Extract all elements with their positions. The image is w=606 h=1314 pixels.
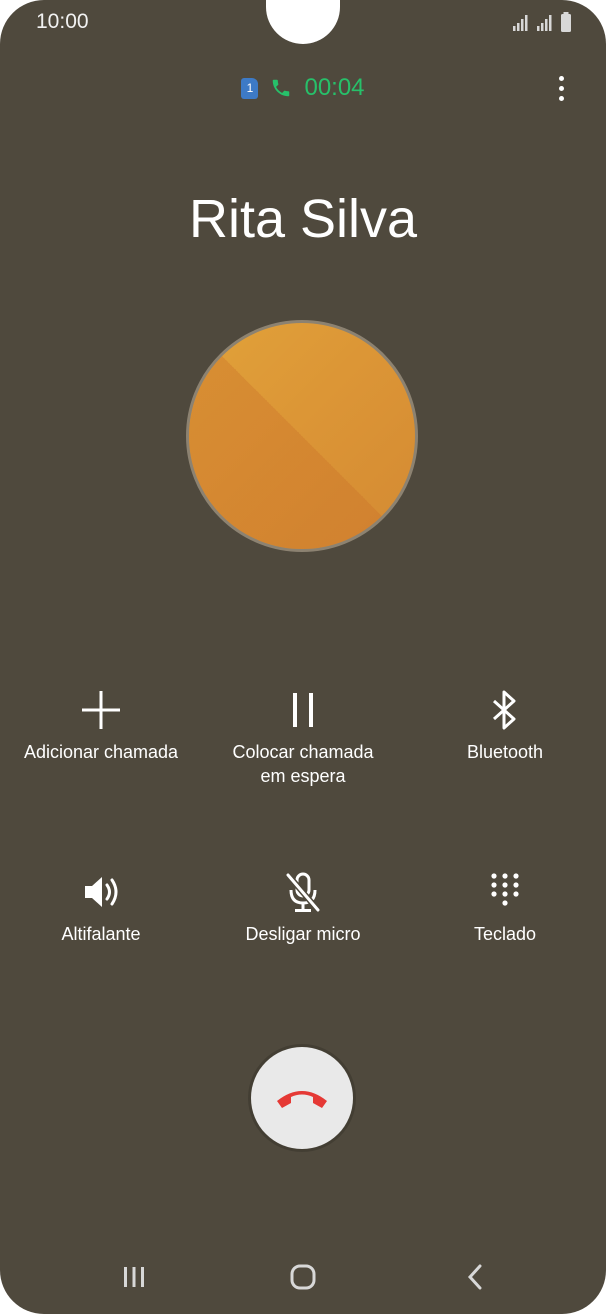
avatar-shade — [189, 323, 415, 549]
keypad-button[interactable]: Teclado — [404, 870, 606, 946]
bluetooth-icon — [492, 690, 516, 730]
controls-row-1: Adicionar chamada Colocar chamada em esp… — [0, 688, 606, 788]
sim-badge: 1 — [241, 77, 259, 99]
contact-avatar — [186, 320, 418, 552]
back-icon — [467, 1264, 482, 1290]
status-time: 10:00 — [36, 10, 89, 33]
speaker-button[interactable]: Altifalante — [0, 870, 202, 946]
call-screen: 10:00 1 00:04 Rita Silva Adicionar chama… — [0, 0, 606, 1314]
more-options-icon[interactable] — [558, 76, 566, 106]
keypad-label: Teclado — [473, 924, 537, 944]
call-info: 1 00:04 — [0, 74, 606, 102]
mic-off-icon — [285, 872, 321, 912]
recent-apps-button[interactable] — [114, 1262, 154, 1292]
phone-icon — [273, 79, 290, 97]
call-timer: 00:04 — [304, 74, 365, 101]
mute-button[interactable]: Desligar micro — [202, 870, 404, 946]
bluetooth-button[interactable]: Bluetooth — [404, 688, 606, 788]
home-icon — [290, 1264, 316, 1290]
speaker-label: Altifalante — [61, 924, 141, 944]
camera-notch — [266, 0, 340, 44]
mute-label: Desligar micro — [245, 924, 361, 944]
controls-row-2: Altifalante Desligar micro Teclado — [0, 870, 606, 946]
home-button[interactable] — [283, 1262, 323, 1292]
end-call-button[interactable] — [251, 1047, 353, 1149]
navigation-bar — [0, 1244, 606, 1314]
speaker-icon — [85, 877, 118, 907]
add-call-label: Adicionar chamada — [23, 742, 179, 762]
keypad-icon — [491, 873, 519, 906]
end-call-icon — [277, 1091, 327, 1108]
plus-icon — [82, 691, 120, 729]
signal-icon-2 — [537, 15, 552, 31]
back-button[interactable] — [455, 1262, 495, 1292]
add-call-button[interactable]: Adicionar chamada — [0, 688, 202, 788]
pause-icon — [293, 693, 313, 727]
hold-call-button[interactable]: Colocar chamada em espera — [202, 688, 404, 788]
bluetooth-label: Bluetooth — [466, 742, 544, 762]
status-icons — [512, 12, 572, 32]
recent-apps-icon — [124, 1267, 144, 1287]
signal-icon — [513, 15, 528, 31]
battery-icon — [561, 12, 571, 32]
hold-call-label: Colocar chamada em espera — [232, 742, 374, 786]
contact-name: Rita Silva — [188, 189, 418, 249]
